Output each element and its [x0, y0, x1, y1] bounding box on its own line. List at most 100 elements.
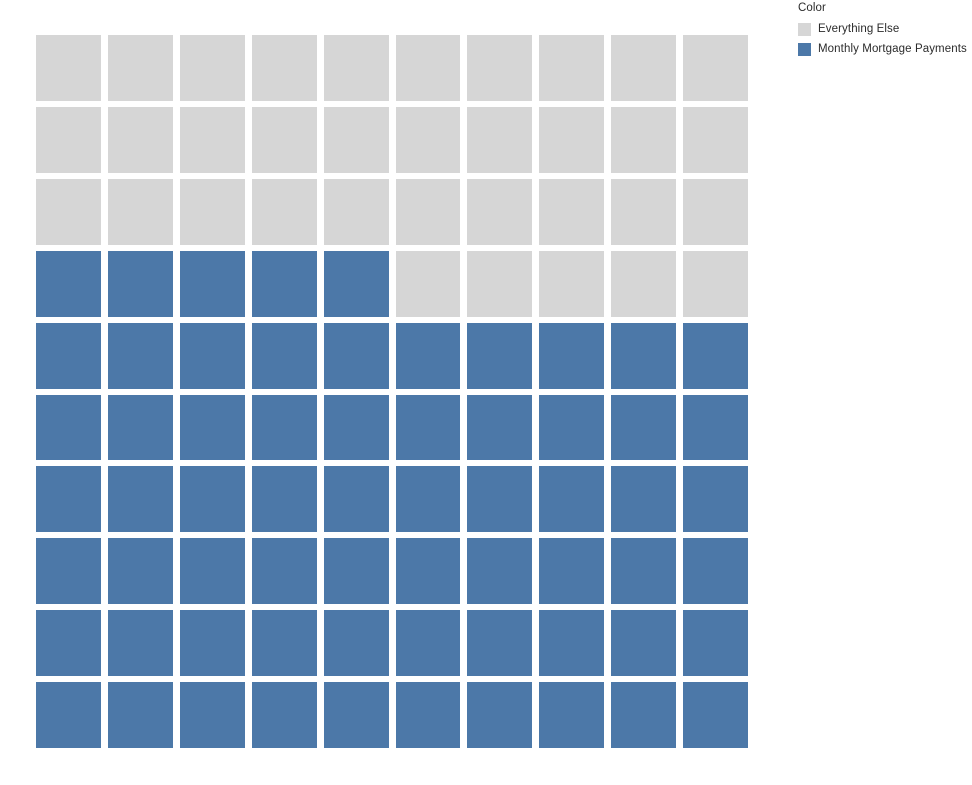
waffle-cell[interactable] [611, 394, 677, 461]
waffle-cell[interactable] [683, 538, 748, 605]
waffle-cell[interactable] [179, 538, 245, 605]
waffle-cell[interactable] [395, 250, 461, 317]
waffle-cell[interactable] [611, 178, 677, 245]
waffle-cell[interactable] [539, 466, 605, 533]
waffle-cell[interactable] [467, 35, 533, 101]
waffle-cell[interactable] [36, 682, 101, 748]
waffle-cell[interactable] [683, 322, 748, 389]
waffle-cell[interactable] [36, 610, 101, 677]
waffle-cell[interactable] [179, 250, 245, 317]
waffle-cell[interactable] [683, 394, 748, 461]
waffle-cell[interactable] [323, 322, 389, 389]
waffle-cell[interactable] [251, 610, 317, 677]
waffle-cell[interactable] [467, 682, 533, 748]
waffle-cell[interactable] [395, 35, 461, 101]
waffle-cell[interactable] [611, 322, 677, 389]
waffle-cell[interactable] [107, 610, 173, 677]
waffle-cell[interactable] [683, 106, 748, 173]
waffle-cell[interactable] [323, 538, 389, 605]
waffle-cell[interactable] [683, 35, 748, 101]
waffle-cell[interactable] [323, 394, 389, 461]
waffle-cell[interactable] [251, 178, 317, 245]
waffle-cell[interactable] [467, 466, 533, 533]
waffle-cell[interactable] [323, 250, 389, 317]
waffle-cell[interactable] [323, 35, 389, 101]
waffle-cell[interactable] [395, 610, 461, 677]
waffle-cell[interactable] [683, 250, 748, 317]
waffle-cell[interactable] [395, 322, 461, 389]
waffle-cell[interactable] [611, 610, 677, 677]
waffle-cell[interactable] [107, 35, 173, 101]
waffle-cell[interactable] [179, 106, 245, 173]
waffle-cell[interactable] [179, 322, 245, 389]
waffle-cell[interactable] [467, 106, 533, 173]
waffle-cell[interactable] [539, 250, 605, 317]
legend-entry[interactable]: Everything Else [795, 19, 972, 39]
waffle-cell[interactable] [539, 682, 605, 748]
waffle-cell[interactable] [323, 682, 389, 748]
waffle-cell[interactable] [251, 466, 317, 533]
waffle-cell[interactable] [107, 250, 173, 317]
waffle-cell[interactable] [395, 106, 461, 173]
waffle-cell[interactable] [539, 394, 605, 461]
waffle-cell[interactable] [683, 610, 748, 677]
waffle-cell[interactable] [36, 538, 101, 605]
waffle-cell[interactable] [107, 178, 173, 245]
waffle-cell[interactable] [611, 35, 677, 101]
waffle-cell[interactable] [251, 106, 317, 173]
waffle-cell[interactable] [539, 178, 605, 245]
waffle-cell[interactable] [323, 466, 389, 533]
waffle-cell[interactable] [467, 538, 533, 605]
waffle-cell[interactable] [179, 466, 245, 533]
waffle-cell[interactable] [683, 466, 748, 533]
waffle-cell[interactable] [467, 394, 533, 461]
waffle-cell[interactable] [395, 394, 461, 461]
waffle-cell[interactable] [539, 538, 605, 605]
waffle-cell[interactable] [251, 682, 317, 748]
waffle-cell[interactable] [179, 394, 245, 461]
waffle-cell[interactable] [611, 106, 677, 173]
waffle-cell[interactable] [251, 394, 317, 461]
waffle-cell[interactable] [251, 250, 317, 317]
waffle-cell[interactable] [395, 466, 461, 533]
waffle-cell[interactable] [323, 106, 389, 173]
waffle-cell[interactable] [539, 322, 605, 389]
waffle-cell[interactable] [539, 610, 605, 677]
legend-entry[interactable]: Monthly Mortgage Payments [795, 39, 972, 59]
waffle-cell[interactable] [107, 322, 173, 389]
waffle-cell[interactable] [611, 250, 677, 317]
waffle-cell[interactable] [179, 178, 245, 245]
waffle-cell[interactable] [36, 106, 101, 173]
waffle-cell[interactable] [467, 610, 533, 677]
waffle-cell[interactable] [36, 394, 101, 461]
waffle-cell[interactable] [179, 682, 245, 748]
waffle-cell[interactable] [36, 466, 101, 533]
waffle-cell[interactable] [323, 610, 389, 677]
waffle-cell[interactable] [467, 322, 533, 389]
waffle-cell[interactable] [323, 178, 389, 245]
waffle-cell[interactable] [107, 682, 173, 748]
waffle-cell[interactable] [107, 106, 173, 173]
waffle-cell[interactable] [395, 178, 461, 245]
waffle-cell[interactable] [395, 538, 461, 605]
waffle-cell[interactable] [611, 538, 677, 605]
waffle-cell[interactable] [36, 322, 101, 389]
waffle-cell[interactable] [36, 178, 101, 245]
waffle-cell[interactable] [36, 35, 101, 101]
waffle-cell[interactable] [395, 682, 461, 748]
waffle-cell[interactable] [179, 610, 245, 677]
waffle-cell[interactable] [251, 538, 317, 605]
waffle-cell[interactable] [611, 682, 677, 748]
waffle-cell[interactable] [539, 106, 605, 173]
waffle-cell[interactable] [107, 394, 173, 461]
waffle-cell[interactable] [539, 35, 605, 101]
waffle-cell[interactable] [251, 322, 317, 389]
waffle-cell[interactable] [179, 35, 245, 101]
waffle-cell[interactable] [467, 178, 533, 245]
waffle-cell[interactable] [611, 466, 677, 533]
waffle-cell[interactable] [467, 250, 533, 317]
waffle-cell[interactable] [107, 538, 173, 605]
waffle-cell[interactable] [107, 466, 173, 533]
waffle-cell[interactable] [36, 250, 101, 317]
waffle-cell[interactable] [683, 682, 748, 748]
